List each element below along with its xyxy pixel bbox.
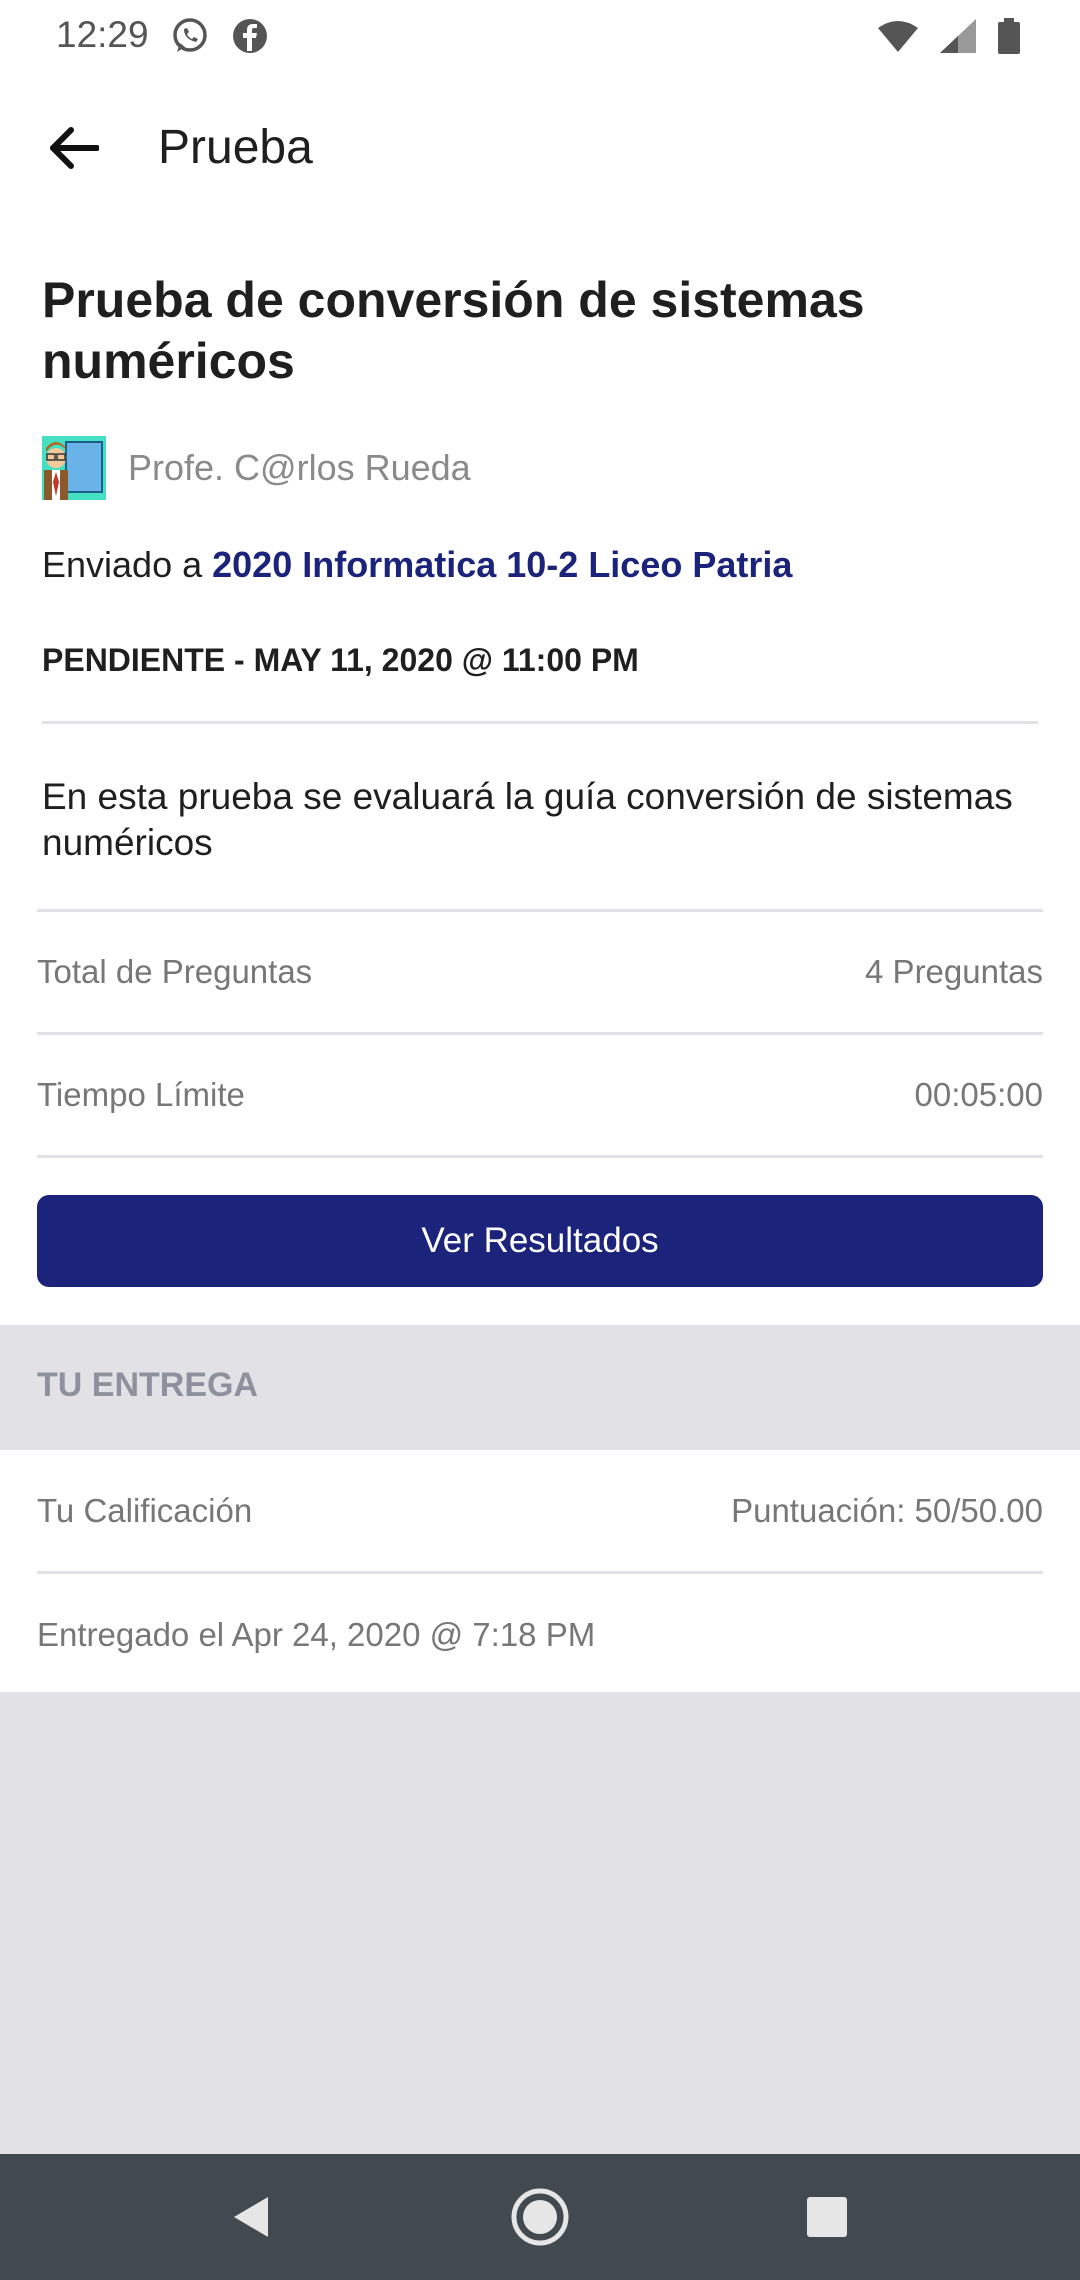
grade-value: Puntuación: 50/50.00 <box>731 1492 1043 1529</box>
nav-back-button[interactable] <box>215 2184 285 2254</box>
status-time: 12:29 <box>56 14 149 55</box>
total-questions-value: 4 Preguntas <box>865 953 1043 990</box>
arrow-left-icon <box>49 126 100 175</box>
nav-back-icon <box>230 2195 270 2244</box>
sent-to-row: Enviado a 2020 Informatica 10-2 Liceo Pa… <box>42 544 792 586</box>
view-results-button[interactable]: Ver Resultados <box>37 1195 1043 1287</box>
submitted-row: Entregado el Apr 24, 2020 @ 7:18 PM <box>37 1574 1043 1696</box>
due-date: PENDIENTE - MAY 11, 2020 @ 11:00 PM <box>42 642 639 678</box>
submission-header: TU ENTREGA <box>37 1366 258 1404</box>
facebook-icon <box>230 16 270 61</box>
navigation-bar <box>0 2154 1080 2280</box>
status-bar: 12:29 <box>0 0 1080 72</box>
divider <box>37 1155 1043 1158</box>
submitted-text: Entregado el Apr 24, 2020 @ 7:18 PM <box>37 1616 596 1653</box>
whatsapp-icon <box>170 16 210 61</box>
nav-home-button[interactable] <box>505 2184 575 2254</box>
sent-to-label: Enviado a <box>42 544 213 585</box>
teacher-name: Profe. C@rlos Rueda <box>128 447 471 488</box>
quiz-description: En esta prueba se evaluará la guía conve… <box>42 776 1013 863</box>
nav-recents-icon <box>806 2196 848 2243</box>
teacher-avatar <box>42 436 106 500</box>
signal-icon <box>940 19 976 58</box>
app-title: Prueba <box>158 121 313 174</box>
system-icons <box>878 18 1020 59</box>
app-bar: Prueba <box>0 72 1080 222</box>
time-limit-row: Tiempo Límite 00:05:00 <box>37 1034 1043 1156</box>
total-questions-label: Total de Preguntas <box>37 953 313 990</box>
nav-recents-button[interactable] <box>792 2184 862 2254</box>
quiz-title: Prueba de conversión de sistemas numéric… <box>42 272 865 389</box>
divider <box>42 721 1038 724</box>
back-button[interactable] <box>36 112 112 188</box>
nav-home-icon <box>510 2187 570 2252</box>
time-limit-label: Tiempo Límite <box>37 1076 245 1113</box>
submission-card: Tu Calificación Puntuación: 50/50.00 Ent… <box>0 1450 1080 1692</box>
battery-icon <box>998 18 1020 59</box>
grade-row: Tu Calificación Puntuación: 50/50.00 <box>37 1450 1043 1572</box>
time-limit-value: 00:05:00 <box>914 1076 1043 1113</box>
wifi-icon <box>878 20 918 57</box>
total-questions-row: Total de Preguntas 4 Preguntas <box>37 911 1043 1033</box>
class-link[interactable]: 2020 Informatica 10-2 Liceo Patria <box>212 544 792 585</box>
grade-label: Tu Calificación <box>37 1492 253 1529</box>
teacher-row: Profe. C@rlos Rueda <box>42 436 471 500</box>
notification-icons <box>170 16 270 61</box>
